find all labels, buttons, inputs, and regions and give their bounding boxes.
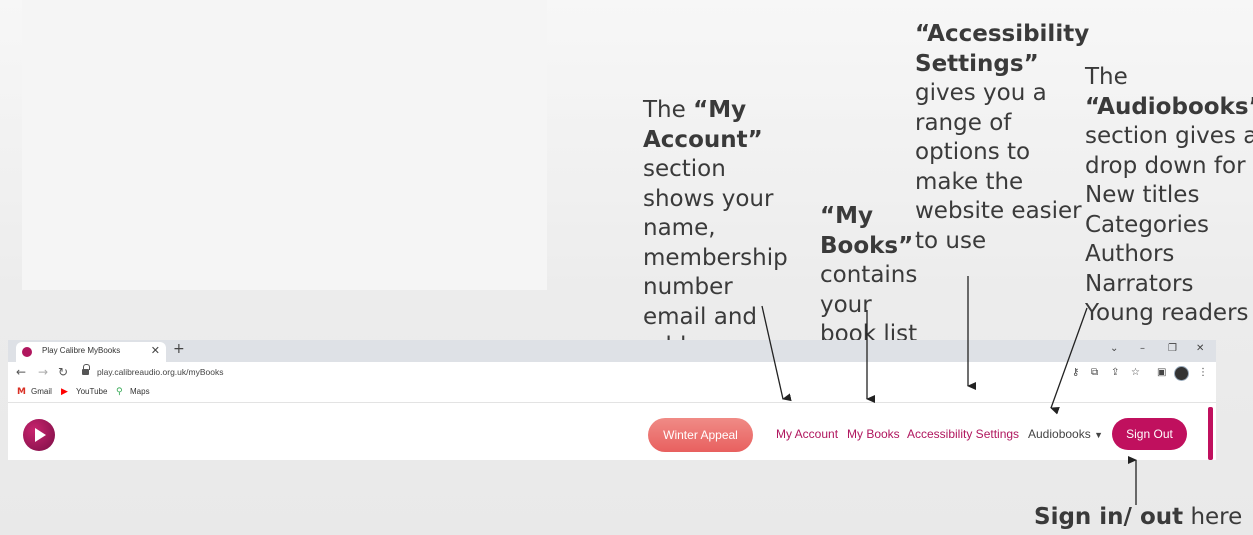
annotation-arrows <box>761 276 1137 505</box>
arrow-audiobooks <box>1050 307 1088 415</box>
arrow-my-account <box>761 305 792 402</box>
annotation-sign-in-out: Sign in/ out here <box>1034 504 1243 530</box>
